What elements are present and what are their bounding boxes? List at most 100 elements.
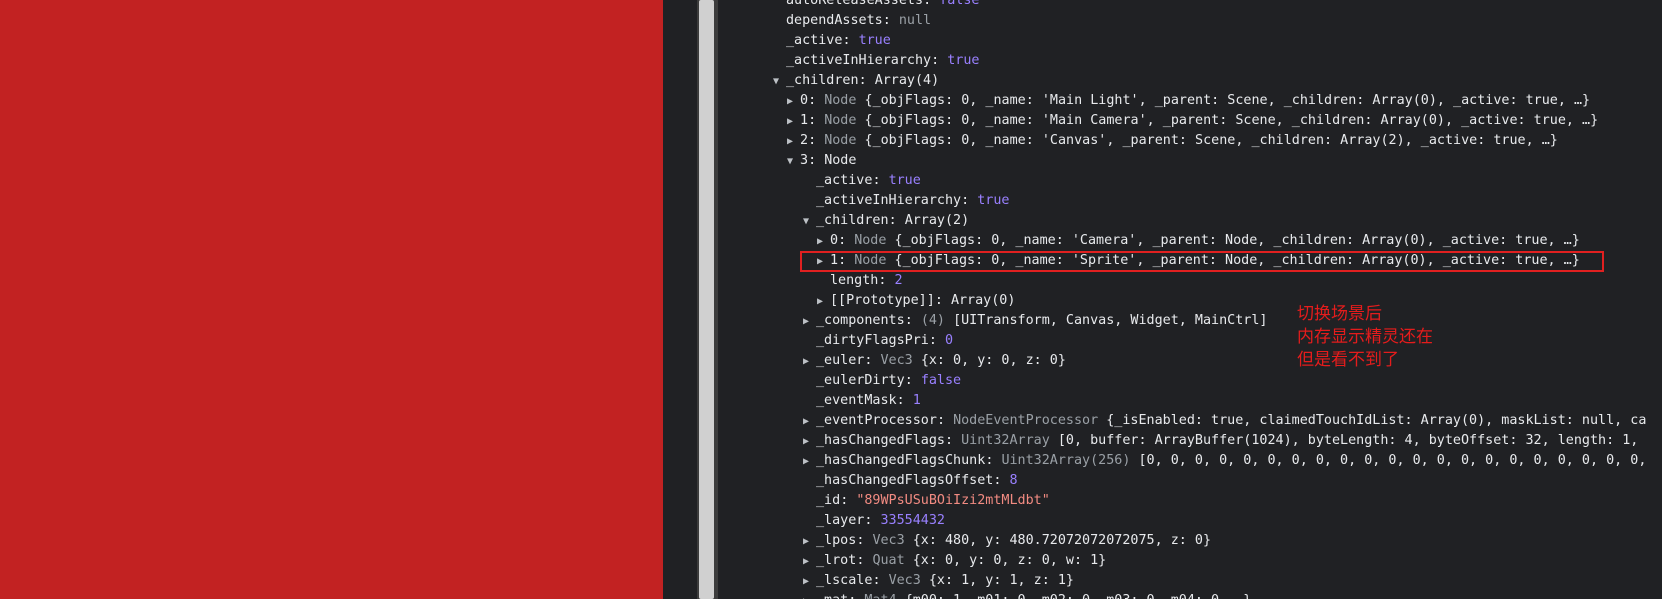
property-value: true — [858, 33, 891, 48]
property-key: _children — [816, 213, 889, 228]
tree-row[interactable]: ▼ 3: Node — [787, 151, 856, 171]
game-canvas[interactable] — [0, 0, 663, 599]
tree-row[interactable]: ▼ _children: Array(4) — [773, 71, 939, 91]
property-value: {x: 0, y: 0, z: 0} — [920, 353, 1066, 368]
property-key: 2 — [800, 133, 809, 148]
tree-row[interactable]: ▶ 0: Node {_objFlags: 0, _name: 'Main Lig… — [787, 91, 1590, 111]
property-key: _active — [816, 173, 873, 188]
expand-arrow-icon[interactable]: ▶ — [803, 552, 816, 572]
tree-row[interactable]: ▶ [[Prototype]]: Array(0) — [817, 291, 1015, 311]
property-value: {m00: 1, m01: 0, m02: 0, m03: 0, m04: 0,… — [905, 593, 1252, 599]
property-value: true — [977, 193, 1010, 208]
annotation-note: 切换场景后 内存显示精灵还在 但是看不到了 — [1297, 304, 1433, 370]
property-key: dependAssets — [786, 13, 883, 28]
property-value: 2 — [894, 273, 903, 288]
expand-arrow-icon[interactable]: ▶ — [787, 112, 800, 132]
scrollbar[interactable] — [697, 0, 718, 599]
property-key: _active — [786, 33, 843, 48]
class-name: Quat — [872, 553, 913, 568]
property-key: _lpos — [816, 533, 857, 548]
property-key: _id — [816, 493, 841, 508]
class-name: Uint32Array(256) — [1001, 453, 1139, 468]
tree-row: _eventMask: 1 — [816, 393, 921, 408]
expand-arrow-icon[interactable]: ▶ — [803, 312, 816, 332]
property-key: [[Prototype]] — [830, 293, 935, 308]
tree-row[interactable]: ▼ _children: Array(2) — [803, 211, 969, 231]
tree-row[interactable]: ▶ 0: Node {_objFlags: 0, _name: 'Camera',… — [817, 231, 1580, 251]
property-key: _hasChangedFlags — [816, 433, 945, 448]
property-value: 1 — [912, 393, 921, 408]
property-key: _lscale — [816, 573, 873, 588]
property-key: 0 — [830, 233, 839, 248]
tree-row: _dirtyFlagsPri: 0 — [816, 333, 954, 348]
property-key: _activeInHierarchy — [816, 193, 962, 208]
property-value: false — [939, 0, 980, 8]
class-name: Vec3 — [880, 353, 921, 368]
property-value: "89WPsUSuBOiIzi2mtMLdbt" — [856, 493, 1050, 508]
property-key: 3 — [800, 153, 809, 168]
collapse-arrow-icon[interactable]: ▼ — [773, 72, 786, 92]
class-name: Mat4 — [864, 593, 904, 599]
class-name: Vec3 — [872, 533, 913, 548]
property-key: _hasChangedFlagsChunk — [816, 453, 986, 468]
property-key: _dirtyFlagsPri — [816, 333, 929, 348]
property-value: true — [888, 173, 921, 188]
scrollbar-thumb[interactable] — [699, 0, 714, 599]
expand-arrow-icon[interactable]: ▶ — [803, 532, 816, 552]
collapse-arrow-icon[interactable]: ▼ — [803, 212, 816, 232]
tree-row[interactable]: ▶_mat: Mat4 {m00: 1, m01: 0, m02: 0, m03… — [803, 591, 1251, 599]
expand-arrow-icon[interactable]: ▶ — [803, 412, 816, 432]
console-object-tree: autoReleaseAssets: false dependAssets: nu… — [718, 0, 1662, 599]
tree-row: _layer: 33554432 — [816, 513, 945, 528]
property-value: {_objFlags: 0, _name: 'Canvas', _parent:… — [864, 133, 1558, 148]
property-value: null — [898, 13, 932, 28]
class-name: NodeEventProcessor — [953, 413, 1107, 428]
property-value: [0, 0, 0, 0, 0, 0, 0, 0, 0, 0, 0, 0, 0, … — [1138, 453, 1647, 468]
expand-arrow-icon[interactable]: ▶ — [803, 572, 816, 592]
expand-arrow-icon[interactable]: ▶ — [803, 352, 816, 372]
expand-arrow-icon[interactable]: ▶ — [787, 92, 800, 112]
class-name: Node — [824, 113, 865, 128]
expand-arrow-icon[interactable]: ▶ — [803, 592, 816, 599]
collapse-arrow-icon[interactable]: ▼ — [787, 152, 800, 172]
expand-arrow-icon[interactable]: ▶ — [803, 432, 816, 452]
tree-row: _hasChangedFlagsOffset: 8 — [816, 473, 1018, 488]
tree-row: _activeInHierarchy: true — [786, 53, 980, 68]
tree-row[interactable]: ▶ _components: (4) [UITransform, Canvas, … — [803, 311, 1267, 331]
property-value: {x: 1, y: 1, z: 1} — [928, 573, 1074, 588]
property-value: Node — [824, 153, 857, 168]
expand-arrow-icon[interactable]: ▶ — [803, 452, 816, 472]
property-value: {_objFlags: 0, _name: 'Main Light', _par… — [864, 93, 1591, 108]
property-key: _layer — [816, 513, 865, 528]
property-value: 0 — [945, 333, 954, 348]
property-key: 0 — [800, 93, 809, 108]
property-key: _activeInHierarchy — [786, 53, 932, 68]
tree-row: dependAssets: null — [786, 13, 932, 28]
property-value: {_objFlags: 0, _name: 'Camera', _parent:… — [894, 233, 1580, 248]
property-value: true — [947, 53, 980, 68]
property-value: Array(4) — [874, 73, 940, 88]
tree-row[interactable]: ▶ _euler: Vec3 {x: 0, y: 0, z: 0} — [803, 351, 1066, 371]
property-value: {_objFlags: 0, _name: 'Main Camera', _pa… — [864, 113, 1599, 128]
tree-row[interactable]: ▶ _eventProcessor: NodeEventProcessor {_i… — [803, 411, 1646, 431]
property-key: autoReleaseAssets — [786, 0, 924, 8]
property-key: _eventMask — [816, 393, 897, 408]
class-name: Node — [824, 133, 865, 148]
tree-row[interactable]: ▶ _hasChangedFlagsChunk: Uint32Array(256)… — [803, 451, 1646, 471]
property-value: {x: 480, y: 480.72072072072075, z: 0} — [912, 533, 1212, 548]
expand-arrow-icon[interactable]: ▶ — [787, 132, 800, 152]
property-key: _components — [816, 313, 905, 328]
expand-arrow-icon[interactable]: ▶ — [817, 232, 830, 252]
tree-row[interactable]: ▶ _lrot: Quat {x: 0, y: 0, z: 0, w: 1} — [803, 551, 1106, 571]
tree-row[interactable]: ▶ 2: Node {_objFlags: 0, _name: 'Canvas',… — [787, 131, 1558, 151]
tree-row[interactable]: ▶ _lscale: Vec3 {x: 1, y: 1, z: 1} — [803, 571, 1074, 591]
tree-row[interactable]: ▶ 1: Node {_objFlags: 0, _name: 'Main Cam… — [787, 111, 1598, 131]
property-value: Array(2) — [904, 213, 970, 228]
tree-row: _active: true — [786, 33, 891, 48]
property-key: length — [830, 273, 879, 288]
tree-row[interactable]: ▶ _lpos: Vec3 {x: 480, y: 480.72072072072… — [803, 531, 1211, 551]
class-name: (4) — [920, 313, 954, 328]
property-key: 1 — [800, 113, 809, 128]
tree-row[interactable]: ▶ _hasChangedFlags: Uint32Array [0, buffe… — [803, 431, 1638, 451]
expand-arrow-icon[interactable]: ▶ — [817, 292, 830, 312]
